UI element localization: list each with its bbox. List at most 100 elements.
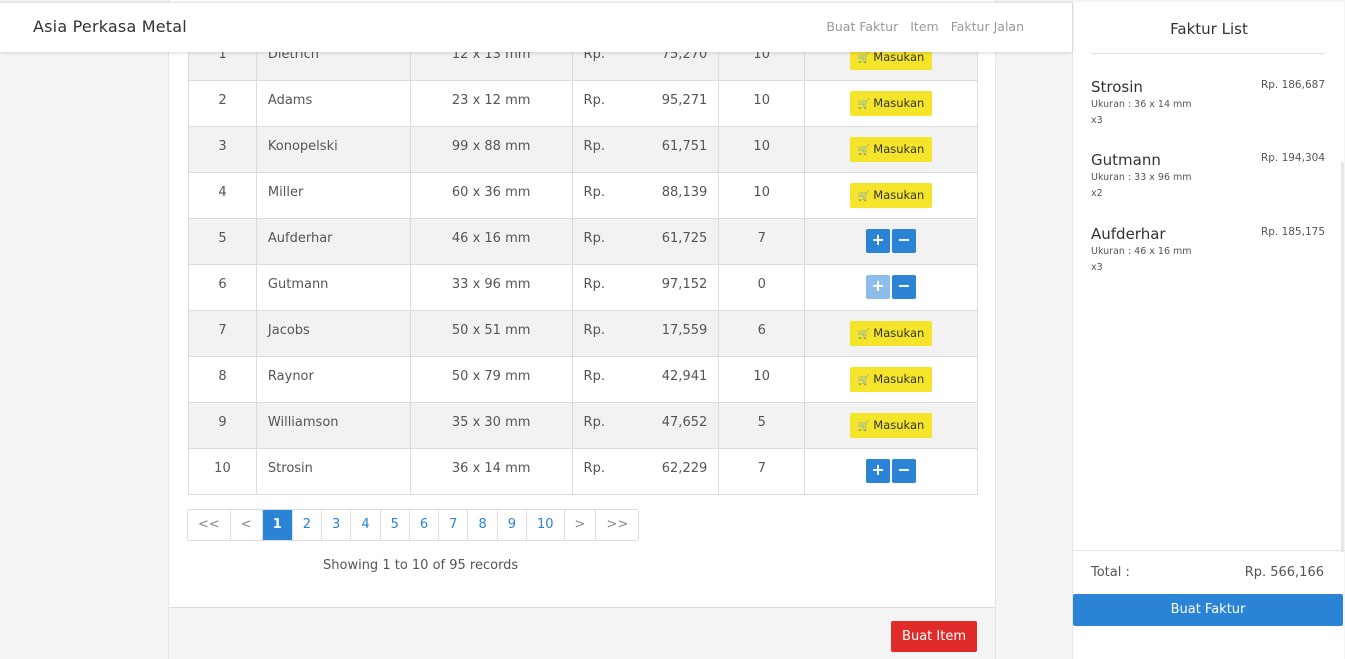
cell-no: 6	[188, 264, 257, 311]
cart-icon: 🛒	[857, 145, 871, 156]
buat-faktur-button[interactable]: Buat Faktur	[1073, 594, 1343, 626]
increment-button[interactable]: +	[866, 459, 891, 483]
cell-action: + −	[804, 218, 978, 265]
total-value: Rp. 566,166	[1244, 565, 1324, 580]
pagination-page-3[interactable]: 3	[321, 510, 351, 540]
masukan-label: Masukan	[873, 188, 925, 202]
faktur-item-price: Rp. 194,304	[1260, 152, 1325, 164]
pagination-page-8[interactable]: 8	[467, 510, 497, 540]
cell-action: + −	[804, 448, 978, 495]
cell-no: 2	[188, 80, 257, 127]
faktur-item-price: Rp. 186,687	[1260, 79, 1325, 91]
currency-label: Rp.	[583, 277, 605, 292]
price-amount: 88,139	[661, 185, 708, 200]
cell-size: 23 x 12 mm	[409, 80, 573, 127]
masukan-button[interactable]: 🛒 Masukan	[849, 183, 933, 208]
cart-icon: 🛒	[857, 375, 871, 386]
brand-title[interactable]: Asia Perkasa Metal	[33, 17, 187, 36]
table-row: 6 Gutmann 33 x 96 mm Rp. 97,152 0 + −	[188, 264, 978, 311]
cell-price: Rp. 42,941	[571, 356, 720, 403]
cell-name: Williamson	[255, 402, 411, 449]
price-amount: 61,751	[661, 139, 708, 154]
masukan-label: Masukan	[873, 50, 925, 64]
currency-label: Rp.	[583, 369, 605, 384]
increment-button[interactable]: +	[866, 275, 891, 299]
pagination-page-10[interactable]: 10	[526, 510, 564, 540]
records-info: Showing 1 to 10 of 95 records	[323, 558, 519, 573]
pagination-page-7[interactable]: 7	[438, 510, 468, 540]
increment-button[interactable]: +	[866, 229, 891, 253]
pagination-nav-button[interactable]: >	[563, 510, 596, 540]
cell-action: 🛒 Masukan	[804, 310, 978, 357]
currency-label: Rp.	[583, 323, 605, 338]
cell-price: Rp. 61,751	[571, 126, 720, 173]
items-table: 1 Dietrich 12 x 13 mm Rp. 75,270 10 🛒 Masukan 2 A…	[188, 34, 978, 495]
price-amount: 97,152	[661, 277, 708, 292]
masukan-label: Masukan	[873, 142, 925, 156]
currency-label: Rp.	[583, 415, 605, 430]
cell-no: 3	[188, 126, 257, 173]
cell-name: Adams	[255, 80, 411, 127]
cell-name: Miller	[255, 172, 411, 219]
cell-price: Rp. 17,559	[571, 310, 720, 357]
buat-item-button[interactable]: Buat Item	[891, 621, 977, 652]
masukan-label: Masukan	[873, 96, 925, 110]
cell-action: 🛒 Masukan	[804, 172, 978, 219]
nav-link-faktur-jalan[interactable]: Faktur Jalan	[951, 19, 1024, 34]
cell-qty: 7	[718, 448, 806, 495]
cell-no: 10	[188, 448, 257, 495]
masukan-button[interactable]: 🛒 Masukan	[849, 137, 933, 162]
pagination-page-9[interactable]: 9	[496, 510, 526, 540]
decrement-button[interactable]: −	[892, 229, 917, 253]
table-row: 8 Raynor 50 x 79 mm Rp. 42,941 10 🛒 Masukan	[188, 356, 978, 403]
pagination-nav-button[interactable]: <<	[188, 510, 230, 540]
pagination-page-2[interactable]: 2	[291, 510, 322, 540]
cell-qty: 10	[718, 126, 806, 173]
masukan-button[interactable]: 🛒 Masukan	[849, 367, 933, 392]
decrement-button[interactable]: −	[892, 275, 917, 299]
cell-size: 35 x 30 mm	[409, 402, 573, 449]
cell-qty: 7	[718, 218, 806, 265]
cell-name: Aufderhar	[255, 218, 411, 265]
masukan-button[interactable]: 🛒 Masukan	[849, 321, 933, 346]
nav-link-buat-faktur[interactable]: Buat Faktur	[826, 19, 898, 34]
plus-icon: +	[871, 460, 885, 479]
cart-icon: 🛒	[857, 53, 871, 64]
cell-action: 🛒 Masukan	[804, 356, 978, 403]
cell-name: Gutmann	[255, 264, 411, 311]
cell-name: Jacobs	[255, 310, 411, 357]
masukan-button[interactable]: 🛒 Masukan	[849, 413, 933, 438]
faktur-item-price: Rp. 185,175	[1260, 226, 1325, 238]
nav-link-item[interactable]: Item	[910, 19, 938, 34]
plus-icon: +	[871, 230, 885, 249]
currency-label: Rp.	[583, 93, 605, 108]
masukan-label: Masukan	[873, 418, 925, 432]
cell-action: 🛒 Masukan	[804, 80, 978, 127]
cart-icon: 🛒	[857, 99, 871, 110]
minus-icon: −	[897, 276, 911, 295]
pagination-nav-button[interactable]: <	[229, 510, 262, 540]
panel-scrollbar[interactable]	[1341, 162, 1344, 552]
cell-no: 7	[188, 310, 257, 357]
currency-label: Rp.	[583, 231, 605, 246]
masukan-button[interactable]: 🛒 Masukan	[849, 91, 933, 116]
total-label: Total :	[1091, 565, 1130, 580]
cell-no: 5	[188, 218, 257, 265]
pagination-page-1[interactable]: 1	[261, 510, 292, 540]
cell-size: 50 x 51 mm	[409, 310, 573, 357]
top-navbar: Asia Perkasa Metal Buat Faktur Item Fakt…	[0, 2, 1072, 52]
pagination-nav-button[interactable]: >>	[595, 510, 639, 540]
nav-links: Buat Faktur Item Faktur Jalan	[826, 19, 1024, 34]
pagination-page-6[interactable]: 6	[408, 510, 439, 540]
faktur-item: Aufderhar Rp. 185,175 Ukuran : 46 x 16 m…	[1091, 225, 1325, 273]
cell-price: Rp. 97,152	[571, 264, 720, 311]
cell-action: + −	[804, 264, 978, 311]
pagination-page-5[interactable]: 5	[379, 510, 409, 540]
decrement-button[interactable]: −	[892, 459, 917, 483]
table-row: 7 Jacobs 50 x 51 mm Rp. 17,559 6 🛒 Masukan	[188, 310, 978, 357]
masukan-label: Masukan	[873, 326, 925, 340]
cell-qty: 5	[718, 402, 806, 449]
cell-price: Rp. 62,229	[571, 448, 720, 495]
faktur-item-size: Ukuran : 46 x 16 mm	[1091, 246, 1192, 257]
pagination-page-4[interactable]: 4	[350, 510, 380, 540]
